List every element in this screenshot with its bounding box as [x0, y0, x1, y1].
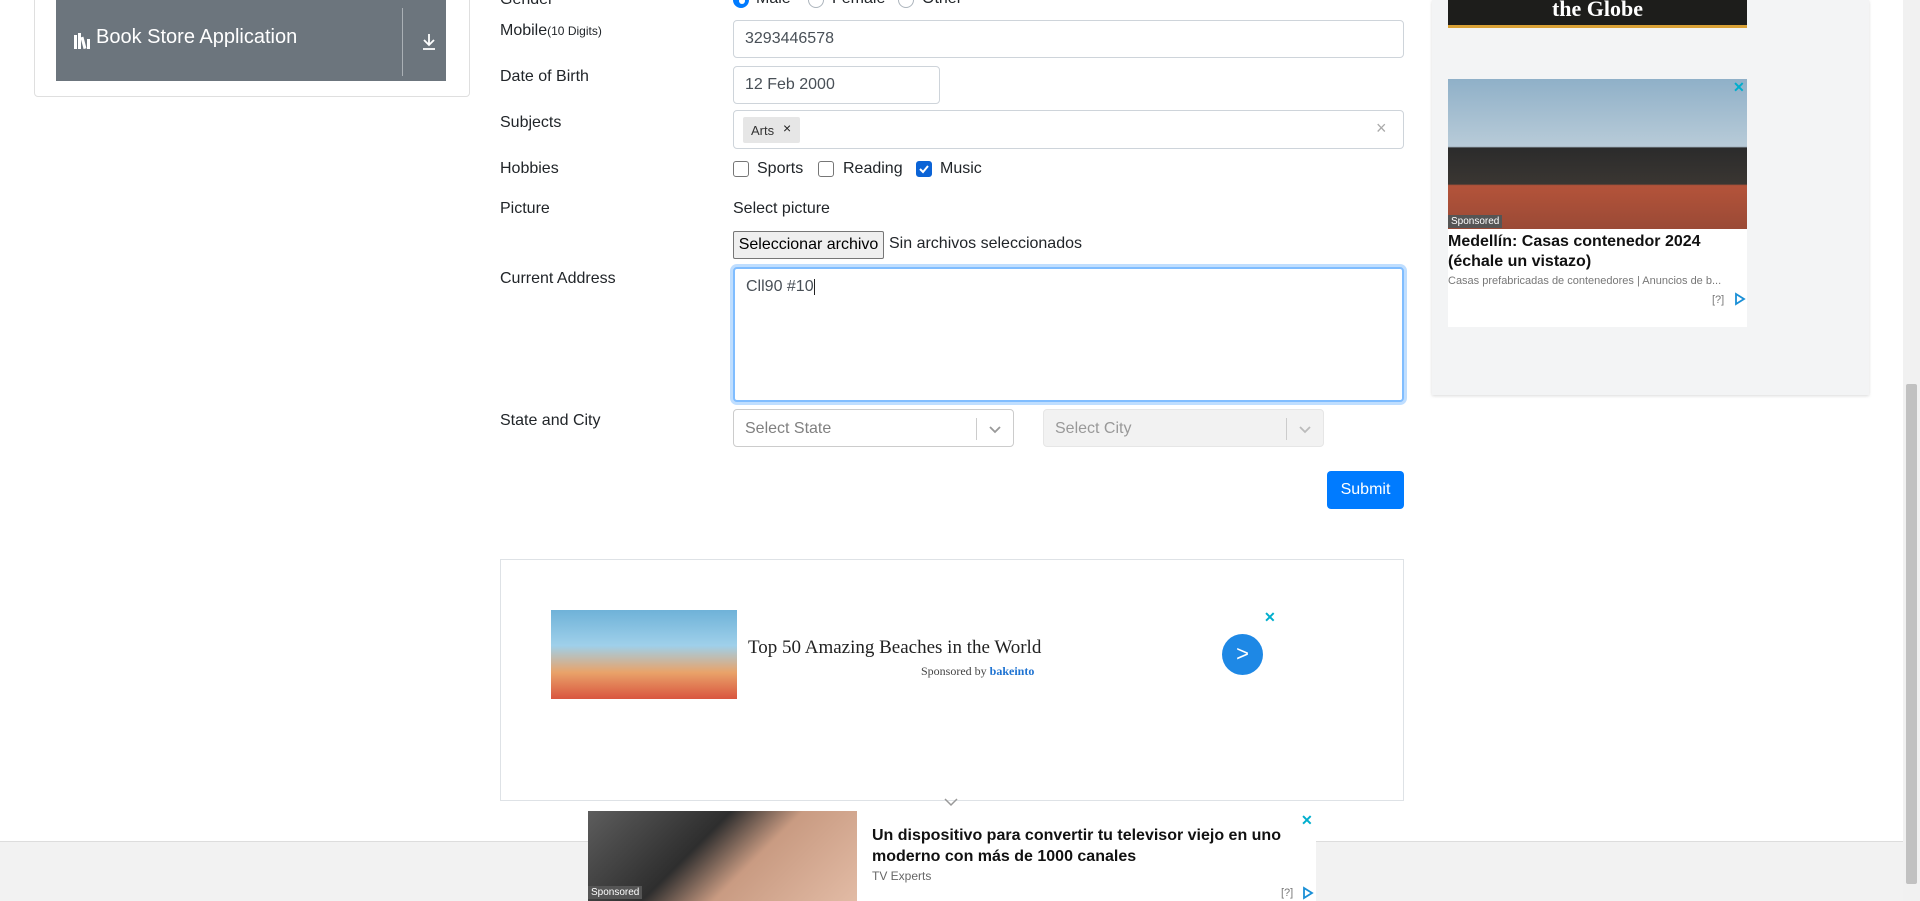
check-icon [919, 165, 929, 174]
subject-chip-label: Arts [751, 123, 775, 138]
subject-chip: Arts × [743, 117, 800, 143]
hobby-music-checkbox[interactable] [916, 161, 932, 177]
city-select[interactable]: Select City [1043, 409, 1324, 447]
ad-banner-sponsor: Sponsored by bakeinto [921, 664, 1035, 678]
hobby-sports-checkbox[interactable] [733, 161, 749, 177]
state-city-label: State and City [500, 412, 601, 429]
gender-label: Gender [500, 0, 553, 9]
ad-banner-title[interactable]: Top 50 Amazing Beaches in the World [748, 637, 1041, 659]
chevron-down-icon [989, 426, 1001, 434]
bottom-ad-sponsored: Sponsored [588, 886, 643, 899]
scrollbar-thumb[interactable] [1906, 384, 1917, 884]
subjects-label: Subjects [500, 114, 562, 131]
bottom-ad-source: TV Experts [872, 869, 932, 883]
text-cursor [813, 278, 815, 295]
bottom-ad-help[interactable]: [?] [1281, 887, 1293, 899]
bottom-ad-title[interactable]: Un dispositivo para convertir tu televis… [872, 825, 1302, 867]
hobby-sports-label[interactable]: Sports [757, 160, 803, 178]
house-ad-help[interactable]: [?] [1712, 294, 1724, 306]
house-ad-image[interactable] [1448, 79, 1747, 229]
mobile-hint: (10 Digits) [547, 24, 602, 38]
gender-female-radio[interactable] [808, 0, 824, 8]
dob-label: Date of Birth [500, 68, 589, 85]
house-ad-subtitle: Casas prefabricadas de contenedores | An… [1448, 275, 1722, 287]
mobile-label: Mobile(10 Digits) [500, 22, 602, 39]
globe-ad[interactable]: the Globe [1448, 0, 1747, 28]
adchoices-icon[interactable] [1301, 886, 1315, 900]
gender-male-radio[interactable] [733, 0, 749, 8]
collapse-chevron-icon[interactable] [944, 797, 958, 807]
ad-close-icon[interactable]: ✕ [1264, 609, 1276, 626]
state-select[interactable]: Select State [733, 409, 1014, 447]
sidebar-group-label: Book Store Application [96, 26, 298, 48]
ad-banner-go-button[interactable]: > [1222, 634, 1263, 675]
house-ad-title[interactable]: Medellín: Casas contenedor 2024 (échale … [1448, 232, 1747, 272]
gender-female-label[interactable]: Female [832, 0, 885, 8]
subjects-input[interactable] [733, 110, 1404, 149]
house-ad-close-icon[interactable]: ✕ [1733, 79, 1745, 96]
gender-other-label[interactable]: Other [922, 0, 962, 8]
hobby-reading-label[interactable]: Reading [843, 160, 903, 178]
clear-subjects-icon[interactable]: × [1376, 118, 1387, 139]
chevron-down-icon [1299, 426, 1311, 434]
hobby-reading-checkbox[interactable] [818, 161, 834, 177]
gender-other-radio[interactable] [898, 0, 914, 8]
book-icon [74, 33, 90, 49]
sidebar-group-divider [402, 8, 403, 76]
dob-input[interactable]: 12 Feb 2000 [733, 66, 940, 104]
choose-file-button[interactable]: Seleccionar archivo [733, 231, 884, 259]
adchoices-icon[interactable] [1733, 292, 1747, 306]
hobbies-label: Hobbies [500, 160, 559, 177]
download-icon[interactable] [421, 33, 437, 51]
ad-banner-image[interactable] [551, 610, 737, 699]
house-ad-sponsored: Sponsored [1448, 215, 1503, 228]
submit-button[interactable]: Submit [1327, 471, 1404, 509]
remove-chip-icon[interactable]: × [783, 120, 791, 136]
bottom-ad-close-icon[interactable]: ✕ [1301, 812, 1313, 829]
hobby-music-label[interactable]: Music [940, 160, 982, 178]
address-textarea[interactable]: Cll90 #10 [733, 267, 1404, 402]
sidebar-group-book-store[interactable]: Book Store Application [56, 0, 446, 81]
mobile-input[interactable]: 3293446578 [733, 20, 1404, 58]
gender-male-label[interactable]: Male [756, 0, 791, 8]
picture-label: Picture [500, 200, 550, 217]
address-label: Current Address [500, 270, 616, 287]
file-status: Sin archivos seleccionados [889, 235, 1082, 252]
select-picture-label: Select picture [733, 200, 830, 217]
